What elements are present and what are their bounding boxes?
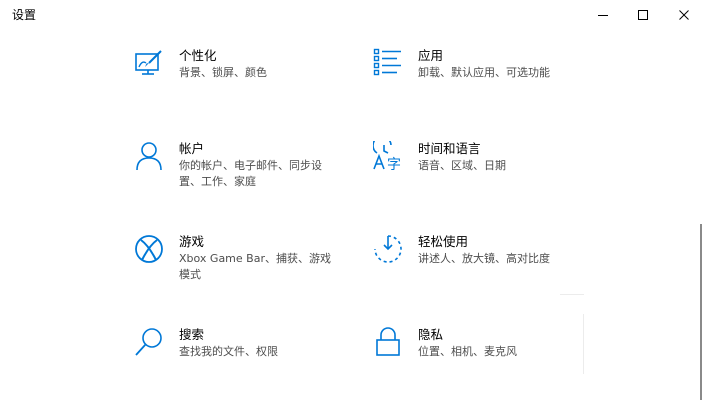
tile-apps[interactable]: 应用 卸载、默认应用、可选功能 — [373, 48, 593, 108]
xbox-icon — [134, 234, 164, 264]
apps-icon — [373, 48, 403, 78]
tile-description: 你的帐户、电子邮件、同步设置、工作、家庭 — [179, 159, 322, 188]
divider — [583, 314, 584, 374]
svg-text:字: 字 — [387, 157, 401, 171]
tile-title: 应用 — [418, 48, 444, 63]
tile-accounts[interactable]: 帐户 你的帐户、电子邮件、同步设置、工作、家庭 — [134, 141, 354, 201]
personalization-icon — [134, 48, 164, 78]
tile-title: 时间和语言 — [418, 141, 481, 156]
close-icon — [679, 10, 689, 20]
minimize-icon — [598, 15, 608, 16]
account-icon — [134, 141, 164, 171]
tile-description: 卸载、默认应用、可选功能 — [418, 66, 550, 79]
tile-title: 隐私 — [418, 327, 444, 342]
tile-description: 讲述人、放大镜、高对比度 — [418, 252, 550, 265]
lock-icon — [373, 327, 403, 357]
search-icon — [134, 327, 164, 357]
window-title: 设置 — [12, 8, 37, 22]
tile-time-language[interactable]: 字 时间和语言 语音、区域、日期 — [373, 141, 593, 201]
tile-search[interactable]: 搜索 查找我的文件、权限 — [134, 327, 354, 387]
tile-ease-of-access[interactable]: 轻松使用 讲述人、放大镜、高对比度 — [373, 234, 593, 294]
divider — [560, 294, 584, 295]
tile-title: 帐户 — [179, 141, 205, 156]
tile-privacy[interactable]: 隐私 位置、相机、麦克风 — [373, 327, 593, 387]
title-bar: 设置 — [0, 0, 705, 30]
time-language-icon: 字 — [373, 141, 403, 171]
tile-gaming[interactable]: 游戏 Xbox Game Bar、捕获、游戏模式 — [134, 234, 354, 294]
minimize-button[interactable] — [583, 0, 623, 30]
tile-description: 查找我的文件、权限 — [179, 345, 278, 358]
tile-description: 背景、锁屏、颜色 — [179, 66, 267, 79]
tile-title: 个性化 — [179, 48, 217, 63]
settings-window: 设置 个性化 背景、锁屏、颜色 应用 卸载、默认应用、可选功能 帐户 你的帐户、… — [0, 0, 705, 400]
tile-description: 语音、区域、日期 — [418, 159, 506, 172]
maximize-button[interactable] — [623, 0, 663, 30]
tile-title: 游戏 — [179, 234, 205, 249]
ease-of-access-icon — [373, 234, 403, 264]
tile-description: Xbox Game Bar、捕获、游戏模式 — [179, 252, 331, 281]
tile-title: 轻松使用 — [418, 234, 469, 249]
tile-personalization[interactable]: 个性化 背景、锁屏、颜色 — [134, 48, 354, 108]
tile-title: 搜索 — [179, 327, 205, 342]
tile-description: 位置、相机、麦克风 — [418, 345, 517, 358]
scrollbar[interactable] — [700, 224, 702, 400]
close-button[interactable] — [664, 0, 704, 30]
maximize-icon — [638, 10, 648, 20]
